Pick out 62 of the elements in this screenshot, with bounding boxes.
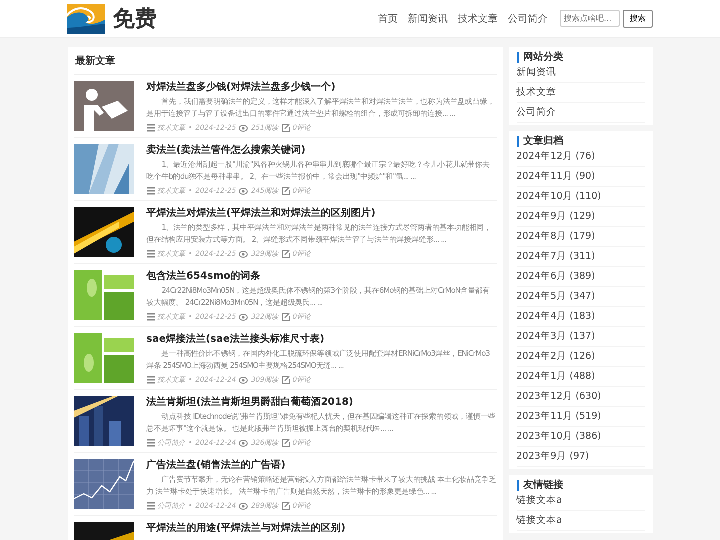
eye-icon [239,124,248,132]
sidebar-link[interactable]: 2024年9月 (129) [516,207,644,227]
edit-icon [282,313,290,321]
article-title[interactable]: 平焊法兰的用途(平焊法兰与对焊法兰的区别) [146,522,496,535]
sidebar-card-title: 友情链接 [516,480,644,491]
eye-icon [239,314,248,320]
section-title: 最新文章 [74,47,496,75]
sidebar-link[interactable]: 2023年10月 (386) [516,427,644,447]
edit-icon [282,250,290,258]
sidebar-link[interactable]: 2024年4月 (183) [516,307,644,327]
sidebar-link[interactable]: 技术文章 [516,83,644,103]
sidebar-link[interactable]: 2024年7月 (311) [516,247,644,267]
edit-icon [282,376,290,384]
sidebar-link[interactable]: 2023年9月 (97) [516,447,644,467]
sidebar-link[interactable]: 2024年10月 (110) [516,187,644,207]
eye-icon [239,502,248,510]
article-title[interactable]: sae焊接法兰(sae法兰接头标准尺寸表) [146,333,496,346]
sidebar-link[interactable]: 2024年2月 (126) [516,347,644,367]
list-icon [146,313,154,321]
nav-link[interactable]: 新闻资讯 [408,12,448,26]
edit-icon [282,502,290,510]
sidebar-link[interactable]: 2024年3月 (137) [516,327,644,347]
list-icon [146,502,154,510]
article-title[interactable]: 卖法兰(卖法兰管件怎么搜索关键词) [146,144,496,157]
article-title[interactable]: 广告法兰盘(销售法兰的广告语) [146,459,496,472]
sidebar-link[interactable]: 2023年11月 (519) [516,407,644,427]
sidebar-link[interactable]: 2024年8月 (179) [516,227,644,247]
eye-icon [239,376,248,384]
logo-icon[interactable] [67,4,105,34]
nav-link[interactable]: 首页 [378,12,398,26]
site-logo-text[interactable]: 免费 [113,4,157,34]
eye-icon [239,250,248,258]
edit-icon [282,439,290,447]
nav-link[interactable]: 公司简介 [508,12,548,26]
sidebar-link[interactable]: 新闻资讯 [516,63,644,83]
sidebar-link[interactable]: 2024年6月 (389) [516,267,644,287]
list-icon [146,250,154,258]
eye-icon [239,188,248,194]
search-button[interactable]: 搜索 [623,10,653,28]
article-title[interactable]: 包含法兰654smo的词条 [146,270,496,283]
sidebar-link[interactable]: 2024年5月 (347) [516,287,644,307]
sidebar-link[interactable]: 链接文本a [516,491,644,511]
edit-icon [282,187,290,195]
sidebar-link[interactable]: 公司简介 [516,103,644,123]
edit-icon [282,124,290,132]
article-title[interactable]: 对焊法兰盘多少钱(对焊法兰盘多少钱一个) [146,81,496,94]
list-icon [146,187,154,195]
list-icon [146,124,154,132]
search-field[interactable]: 搜索点啥吧... [560,10,620,27]
sidebar-link[interactable]: 2024年11月 (90) [516,167,644,187]
article-title[interactable]: 平焊法兰对焊法兰(平焊法兰和对焊法兰的区别图片) [146,207,496,220]
sidebar-link[interactable]: 2024年1月 (488) [516,367,644,387]
nav-link[interactable]: 技术文章 [458,12,498,26]
list-icon [146,376,154,384]
sidebar-card-title: 网站分类 [516,52,644,63]
sidebar-link[interactable]: 2024年12月 (76) [516,147,644,167]
sidebar-card-title: 文章归档 [516,136,644,147]
article-title[interactable]: 法兰肯斯坦(法兰肯斯坦男爵甜白葡萄酒2018) [146,396,496,409]
sidebar-link[interactable]: 链接文本a [516,511,644,531]
list-icon [146,439,154,447]
sidebar-link[interactable]: 2023年12月 (630) [516,387,644,407]
eye-icon [239,440,248,446]
